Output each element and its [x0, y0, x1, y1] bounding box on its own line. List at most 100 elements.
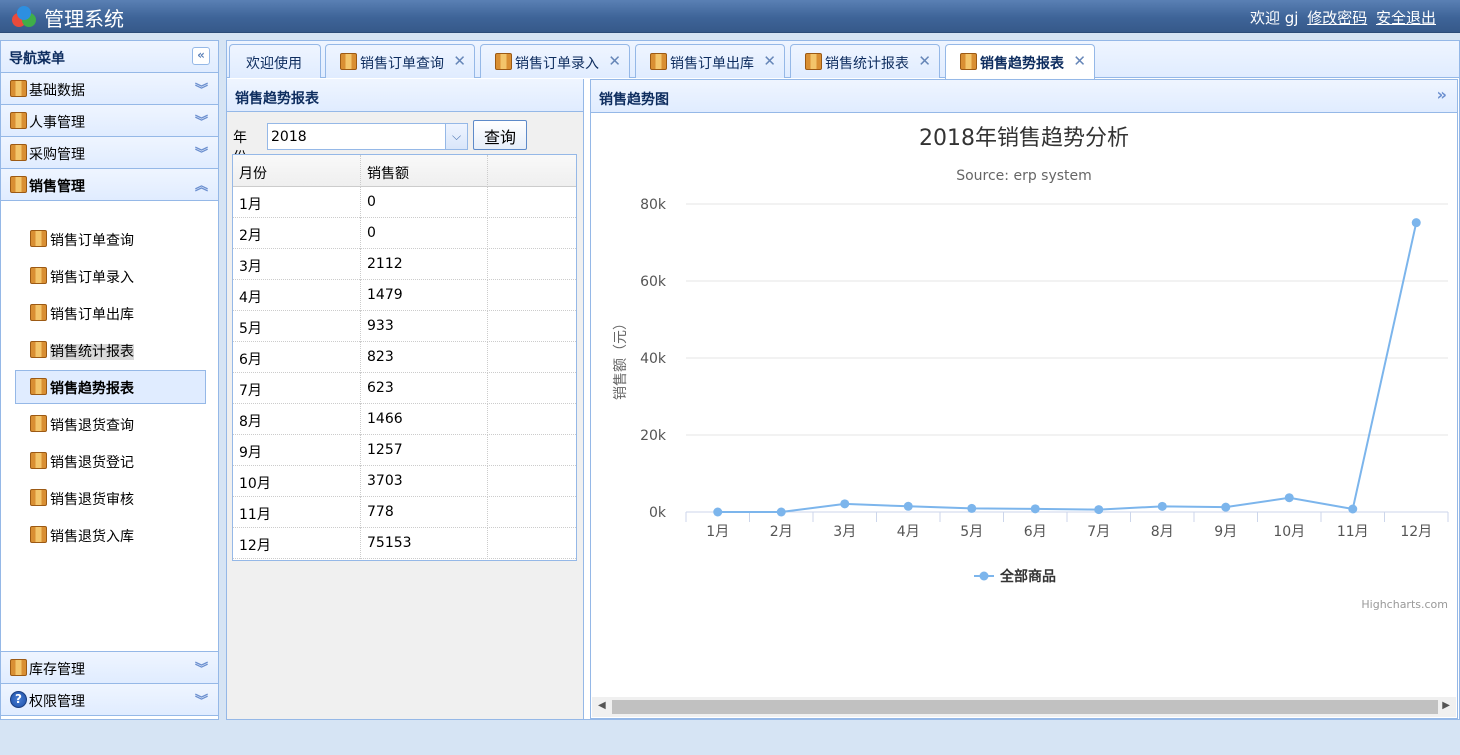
nav-section-basic-data[interactable]: 基础数据 ︾: [1, 73, 218, 105]
column-header-month[interactable]: 月份: [233, 155, 361, 187]
report-panel: 销售趋势报表 年份: 2018 ⌵ 查询 月份 销售额 1月02月03月2112…: [227, 79, 584, 719]
folder-icon: [10, 176, 27, 193]
menu-item-label: 销售订单录入: [50, 270, 134, 286]
cell-month: 2月: [233, 218, 361, 249]
close-icon[interactable]: ✕: [608, 52, 621, 70]
cell-month: 9月: [233, 435, 361, 466]
table-row[interactable]: 11月 778: [233, 497, 576, 528]
y-tick-label: 60k: [640, 274, 667, 290]
cell-sales: 1466: [361, 404, 488, 435]
report-panel-title-label: 销售趋势报表: [235, 91, 319, 107]
table-row[interactable]: 8月 1466: [233, 404, 576, 435]
folder-icon: [30, 341, 47, 358]
scroll-thumb[interactable]: [612, 700, 1438, 714]
close-icon[interactable]: ✕: [453, 52, 466, 70]
table-row[interactable]: 7月 623: [233, 373, 576, 404]
chevron-down-double-icon[interactable]: ︾: [195, 143, 208, 162]
menu-item-sales-return-inbound[interactable]: 销售退货入库: [15, 518, 206, 552]
table-row[interactable]: 12月 75153: [233, 528, 576, 559]
menu-item-label: 销售退货审核: [50, 492, 134, 508]
table-row[interactable]: 10月 3703: [233, 466, 576, 497]
y-tick-label: 20k: [640, 428, 667, 444]
data-point: [713, 507, 723, 517]
data-point: [1094, 505, 1104, 515]
nav-section-label: 人事管理: [29, 115, 85, 131]
menu-item-sales-return-audit[interactable]: 销售退货审核: [15, 481, 206, 515]
table-row[interactable]: 3月 2112: [233, 249, 576, 280]
close-icon[interactable]: ✕: [918, 52, 931, 70]
folder-icon: [960, 53, 977, 70]
x-tick-label: 2月: [770, 524, 793, 540]
menu-item-label: 销售统计报表: [50, 344, 134, 360]
table-row[interactable]: 1月 0: [233, 187, 576, 218]
chart-credit: Highcharts.com: [1361, 598, 1448, 611]
series-line: [717, 222, 1418, 513]
table-row[interactable]: 2月 0: [233, 218, 576, 249]
horizontal-scrollbar[interactable]: ◀ ▶: [592, 697, 1456, 717]
tab-label: 欢迎使用: [246, 56, 302, 72]
tab-bar: 欢迎使用 销售订单查询 ✕ 销售订单录入 ✕ 销售订单出库 ✕ 销售统计报表 ✕…: [227, 41, 1459, 79]
folder-icon: [10, 112, 27, 129]
menu-item-sales-statistics[interactable]: 销售统计报表: [15, 333, 206, 367]
query-button[interactable]: 查询: [473, 120, 527, 150]
x-tick-label: 10月: [1273, 524, 1305, 540]
scroll-right-icon[interactable]: ▶: [1442, 700, 1450, 711]
nav-section-hr[interactable]: 人事管理 ︾: [1, 105, 218, 137]
cell-month: 4月: [233, 280, 361, 311]
cell-sales: 623: [361, 373, 488, 404]
year-select[interactable]: 2018 ⌵: [267, 123, 468, 150]
report-panel-title: 销售趋势报表: [227, 79, 583, 112]
close-icon[interactable]: ✕: [763, 52, 776, 70]
nav-section-permissions[interactable]: ? 权限管理 ︾: [1, 684, 218, 716]
tab-sales-order-outbound[interactable]: 销售订单出库 ✕: [635, 44, 785, 78]
menu-item-sales-order-outbound[interactable]: 销售订单出库: [15, 296, 206, 330]
tab-label: 销售统计报表: [825, 56, 909, 72]
cell-sales: 933: [361, 311, 488, 342]
welcome-text: 欢迎 gj: [1249, 9, 1299, 27]
tab-sales-statistics[interactable]: 销售统计报表 ✕: [790, 44, 940, 78]
tab-sales-order-entry[interactable]: 销售订单录入 ✕: [480, 44, 630, 78]
chevron-down-double-icon[interactable]: ︾: [195, 658, 208, 677]
chevron-down-double-icon[interactable]: ︾: [195, 79, 208, 98]
scroll-left-icon[interactable]: ◀: [598, 700, 606, 711]
nav-section-sales[interactable]: 销售管理 ︽: [1, 169, 218, 201]
menu-item-sales-return-register[interactable]: 销售退货登记: [15, 444, 206, 478]
menu-item-label: 销售订单出库: [50, 307, 134, 323]
app-header: 管理系统 欢迎 gj 修改密码 安全退出: [0, 0, 1460, 33]
chevron-down-icon[interactable]: ⌵: [445, 124, 467, 149]
change-password-link[interactable]: 修改密码: [1307, 9, 1367, 27]
tab-sales-trend[interactable]: 销售趋势报表 ✕: [945, 44, 1095, 79]
tab-welcome[interactable]: 欢迎使用: [229, 44, 321, 78]
cell-month: 12月: [233, 528, 361, 559]
nav-section-inventory[interactable]: 库存管理 ︾: [1, 652, 218, 684]
chevron-up-double-icon[interactable]: ︽: [195, 175, 208, 194]
y-tick-label: 40k: [640, 351, 667, 367]
menu-item-sales-return-query[interactable]: 销售退货查询: [15, 407, 206, 441]
chevron-down-double-icon[interactable]: ︾: [195, 111, 208, 130]
x-tick-label: 4月: [897, 524, 920, 540]
nav-section-purchase[interactable]: 采购管理 ︾: [1, 137, 218, 169]
table-row[interactable]: 9月 1257: [233, 435, 576, 466]
menu-item-sales-order-query[interactable]: 销售订单查询: [15, 222, 206, 256]
menu-item-sales-order-entry[interactable]: 销售订单录入: [15, 259, 206, 293]
legend-symbol-marker: [979, 571, 989, 581]
tab-sales-order-query[interactable]: 销售订单查询 ✕: [325, 44, 475, 78]
folder-icon: [30, 230, 47, 247]
chart-panel: 销售趋势图 » 2018年销售趋势分析 Source: erp system 0k 2…: [590, 79, 1458, 719]
table-row[interactable]: 6月 823: [233, 342, 576, 373]
table-row[interactable]: 5月 933: [233, 311, 576, 342]
logout-link[interactable]: 安全退出: [1376, 9, 1436, 27]
table-row[interactable]: 4月 1479: [233, 280, 576, 311]
double-chevron-left-icon[interactable]: «: [192, 47, 210, 65]
nav-menu: 导航菜单 « 基础数据 ︾ 人事管理 ︾ 采购管理 ︾ 销售管理 ︽ 销售订单查…: [0, 40, 219, 720]
chevron-down-double-icon[interactable]: ︾: [195, 690, 208, 709]
column-header-sales[interactable]: 销售额: [361, 155, 488, 187]
data-point: [1157, 501, 1167, 511]
data-point: [776, 507, 786, 517]
double-chevron-right-icon[interactable]: »: [1437, 85, 1447, 104]
menu-item-sales-trend[interactable]: 销售趋势报表: [15, 370, 206, 404]
folder-icon: [30, 489, 47, 506]
close-icon[interactable]: ✕: [1073, 52, 1086, 70]
cell-month: 10月: [233, 466, 361, 497]
folder-icon: [30, 415, 47, 432]
